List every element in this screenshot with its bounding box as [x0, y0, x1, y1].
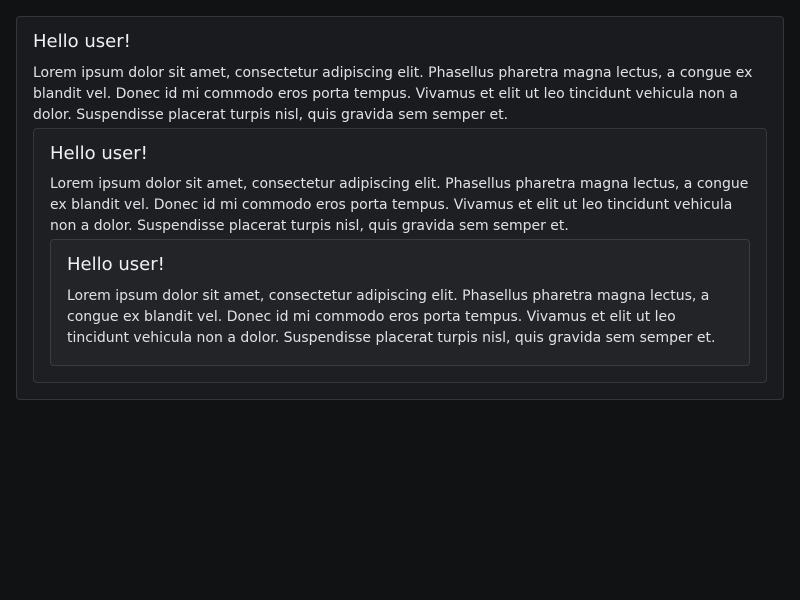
inner-card-title: Hello user! [67, 254, 165, 276]
page: Hello user! Lorem ipsum dolor sit amet, … [0, 0, 800, 600]
outer-card-title: Hello user! [33, 31, 131, 52]
inner-card: Hello user! Lorem ipsum dolor sit amet, … [50, 239, 750, 366]
outer-card: Hello user! Lorem ipsum dolor sit amet, … [16, 16, 784, 400]
middle-card-text: Lorem ipsum dolor sit amet, consectetur … [50, 176, 749, 235]
middle-card: Hello user! Lorem ipsum dolor sit amet, … [33, 127, 767, 383]
inner-card-text: Lorem ipsum dolor sit amet, consectetur … [67, 287, 716, 346]
outer-card-text: Lorem ipsum dolor sit amet, consectetur … [33, 64, 753, 123]
middle-card-title: Hello user! [50, 142, 148, 164]
